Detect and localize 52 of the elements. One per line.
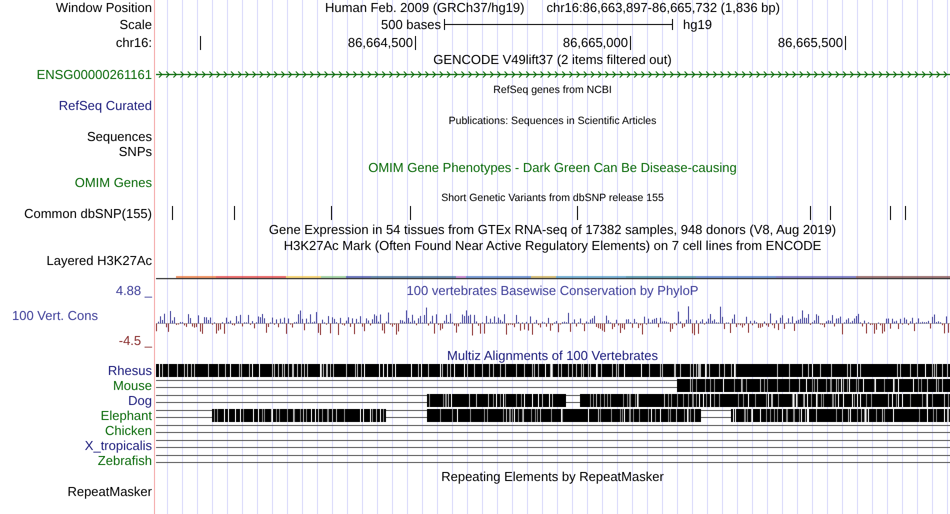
track-title[interactable]: 100 vertebrates Basewise Conservation by PhyloP [406,283,698,298]
track-title[interactable]: Short Genetic Variants from dbSNP release 155 [441,190,664,206]
variant-mark[interactable] [905,206,906,220]
ruler-tick [845,36,846,50]
ruler-tick [630,36,631,50]
variant-mark[interactable] [830,206,831,220]
ruler-label: 86,665,000 [562,35,628,50]
track-title[interactable]: Publications: Sequences in Scientific Articles [448,114,656,128]
gene-label[interactable]: ENSG00000261161 [36,67,152,82]
ruler-label: 86,665,500 [778,35,843,50]
species-label[interactable]: Elephant [100,408,152,423]
track-label[interactable]: Common dbSNP(155) [24,206,152,221]
scale-length: 500 bases [381,16,441,32]
ruler-label: 86,664,500 [348,35,413,50]
position-range: chr16:86,663,897-86,665,732 (1,836 bp) [546,0,780,15]
track-title[interactable]: H3K27Ac Mark (Often Found Near Active Regulatory Elements) on 7 cell lines from ENCODE [284,238,822,252]
track-title[interactable]: Multiz Alignments of 100 Vertebrates [446,348,658,363]
variant-mark[interactable] [331,206,332,220]
assembly-name: Human Feb. 2009 (GRCh37/hg19) [325,0,524,15]
species-label[interactable]: X_tropicalis [84,438,152,453]
track-label[interactable]: SNPs [118,144,152,159]
track-title[interactable]: GENCODE V49lift37 (2 items filtered out) [433,52,672,66]
row-label: Scale [119,16,152,32]
track-label[interactable]: OMIM Genes [74,175,152,190]
track-title[interactable]: Gene Expression in 54 tissues from GTEx RNA-seq of 17382 samples, 948 donors (V8, Aug 2019) [268,222,836,236]
axis-min-label: -4.5 _ [118,333,152,348]
track-title[interactable]: RefSeq genes from NCBI [493,82,612,98]
axis-max-label: 4.88 _ [116,283,152,298]
gene-feature[interactable] [156,70,950,79]
track-title[interactable]: OMIM Gene Phenotypes - Dark Green Can Be Disease-causing [368,160,737,174]
scale-assembly: hg19 [683,16,712,32]
ruler-tick [200,36,201,50]
species-label[interactable]: Mouse [112,378,152,393]
track-label[interactable]: Layered H3K27Ac [46,253,152,268]
track-title[interactable]: Repeating Elements by RepeatMasker [441,468,664,484]
species-label[interactable]: Dog [128,393,152,408]
track-label[interactable]: 100 Vert. Cons [0,308,98,323]
variant-mark[interactable] [234,206,235,220]
row-label: chr16: [116,34,152,50]
species-label[interactable]: Zebrafish [98,453,152,468]
track-label[interactable]: RepeatMasker [67,484,152,499]
variant-mark[interactable] [410,206,411,220]
track-label[interactable]: RefSeq Curated [58,98,152,113]
ruler-tick [415,36,416,50]
species-label[interactable]: Rhesus [108,363,152,378]
species-label[interactable]: Chicken [105,423,152,438]
variant-mark[interactable] [577,206,578,220]
variant-mark[interactable] [890,206,891,220]
track-label[interactable]: Sequences [86,129,152,144]
row-label: Window Position [56,0,152,15]
variant-mark[interactable] [810,206,811,220]
variant-mark[interactable] [172,206,173,220]
